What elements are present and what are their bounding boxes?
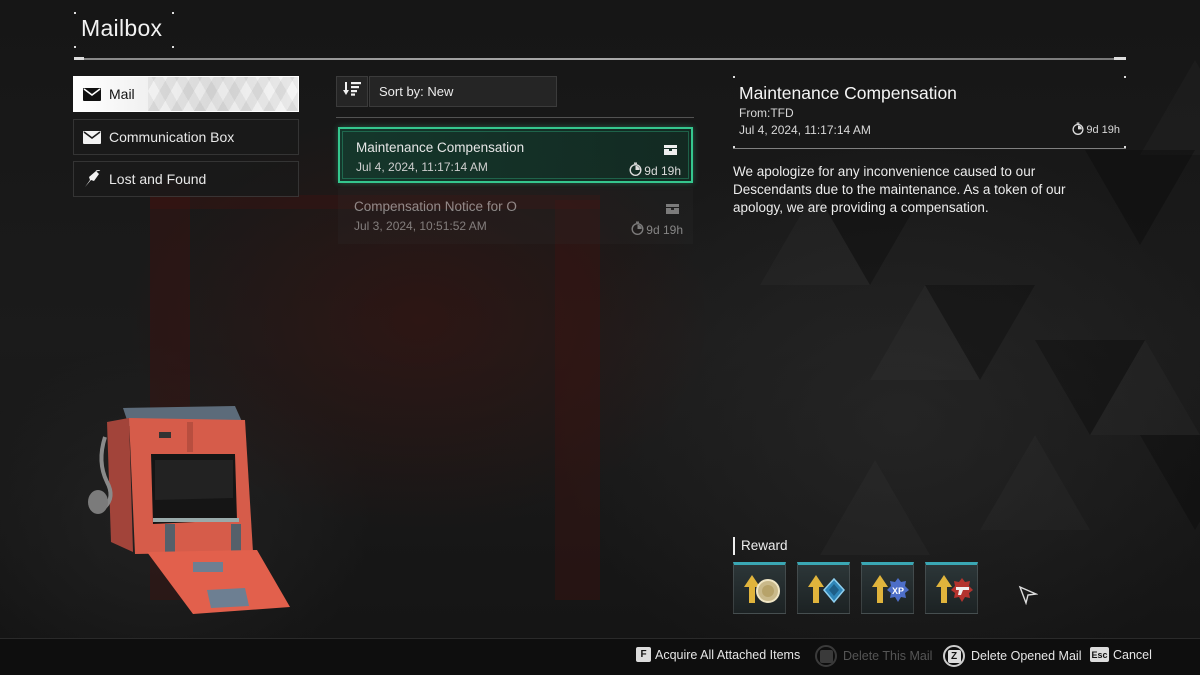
mail-detail-date: Jul 4, 2024, 11:17:14 AM: [739, 123, 871, 137]
kuiper-boost-icon: [800, 565, 848, 614]
expiry-timer: 9d 19h: [631, 221, 683, 238]
mail-sender: From:TFD: [739, 106, 794, 120]
reward-item[interactable]: [925, 562, 978, 614]
mail-detail-header: Maintenance Compensation From:TFD Jul 4,…: [733, 76, 1126, 148]
sort-order-button[interactable]: [336, 76, 368, 107]
sort-descending-icon: [343, 82, 361, 101]
remaining-time: 9d 19h: [644, 163, 681, 178]
cancel-button[interactable]: Esc Cancel: [1090, 647, 1152, 662]
title-frame: Mailbox: [74, 12, 174, 48]
hint-label: Acquire All Attached Items: [655, 647, 801, 662]
key-f-icon: F: [636, 647, 651, 662]
tab-lost-and-found[interactable]: Lost and Found: [73, 161, 299, 197]
hint-label: Cancel: [1113, 647, 1152, 662]
svg-text:XP: XP: [891, 586, 903, 596]
tab-label: Communication Box: [109, 129, 235, 145]
mail-list-item-selected[interactable]: Maintenance Compensation Jul 4, 2024, 11…: [338, 127, 693, 183]
list-divider: [336, 117, 694, 118]
stopwatch-icon: [1072, 122, 1084, 138]
hint-label: Delete Opened Mail: [971, 649, 1082, 663]
attachment-box-icon: [666, 201, 679, 214]
attachment-box-icon: [664, 142, 677, 155]
mail-body-text: We apologize for any inconvenience cause…: [733, 164, 1066, 215]
weapon-xp-boost-icon: [928, 565, 976, 614]
remaining-time: 9d 19h: [1086, 124, 1120, 136]
divider-tick: [74, 57, 84, 60]
mail-detail-title: Maintenance Compensation: [739, 83, 957, 103]
remaining-time: 9d 19h: [646, 222, 683, 237]
tab-communication-box[interactable]: Communication Box: [73, 119, 299, 155]
stopwatch-icon: [629, 162, 642, 179]
reward-item[interactable]: [797, 562, 850, 614]
envelope-icon: [82, 129, 102, 145]
divider-tick: [1114, 57, 1126, 60]
key-esc-icon: Esc: [1090, 647, 1109, 662]
stopwatch-icon: [631, 221, 644, 238]
tab-label: Lost and Found: [109, 171, 207, 187]
reward-item[interactable]: [733, 562, 786, 614]
key-z-label: Z: [947, 649, 961, 663]
hint-label: Delete This Mail: [843, 649, 933, 663]
tab-mail[interactable]: Mail: [73, 76, 299, 112]
expiry-timer: 9d 19h: [1072, 122, 1120, 138]
xp-boost-icon: XP: [864, 565, 912, 614]
reward-label: Reward: [733, 537, 788, 555]
mail-list-item[interactable]: Compensation Notice for O Jul 3, 2024, 1…: [338, 188, 693, 244]
delete-opened-mail-button[interactable]: Z Delete Opened Mail: [943, 645, 1081, 667]
mouse-cursor-icon: [1018, 585, 1039, 610]
sort-label: Sort by: New: [379, 84, 454, 99]
envelope-icon: [82, 86, 102, 102]
gold-boost-icon: [736, 565, 784, 614]
acquire-all-button[interactable]: F Acquire All Attached Items: [636, 647, 800, 662]
header-divider: [74, 58, 1126, 60]
mailbox-model-image: [85, 402, 295, 622]
expiry-timer: 9d 19h: [629, 162, 681, 179]
umbrella-icon: [82, 170, 102, 187]
delete-this-mail-button[interactable]: Delete This Mail: [815, 645, 932, 667]
reward-item[interactable]: XP: [861, 562, 914, 614]
tab-label: Mail: [109, 86, 135, 102]
detail-divider: [733, 148, 1126, 149]
gamepad-button-icon: [815, 645, 837, 667]
page-title: Mailbox: [81, 15, 163, 41]
sort-dropdown[interactable]: Sort by: New: [369, 76, 557, 107]
mail-subject: Maintenance Compensation: [356, 140, 525, 155]
mail-subject: Compensation Notice for O: [354, 199, 517, 214]
key-z-icon: Z: [943, 645, 965, 667]
